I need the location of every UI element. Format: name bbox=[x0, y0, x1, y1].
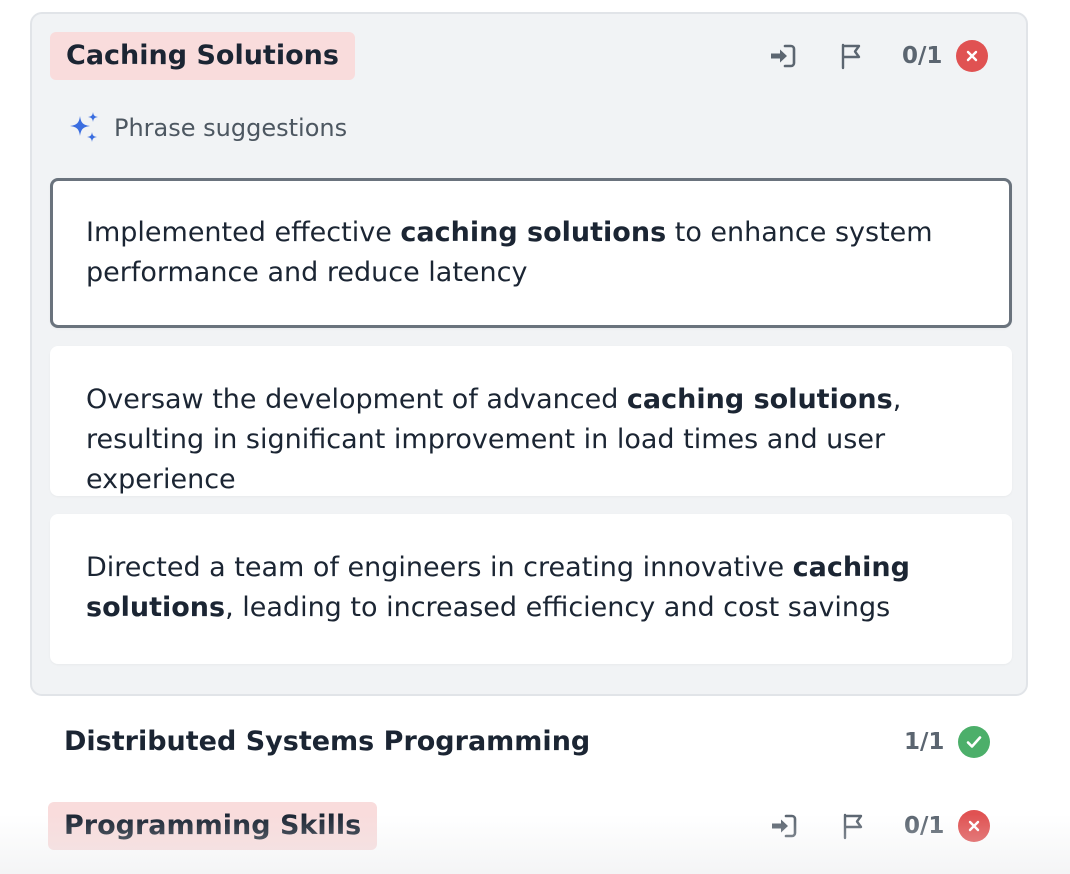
keyword-row-programming-skills[interactable]: Programming Skills 0/1 bbox=[0, 802, 1070, 850]
suggestion-card-3[interactable]: Directed a team of engineers in creating… bbox=[50, 514, 1012, 664]
check-circle-icon bbox=[958, 726, 990, 758]
suggestion-text: , leading to increased efficiency and co… bbox=[225, 592, 891, 623]
suggestion-text: Directed a team of engineers in creating… bbox=[86, 552, 793, 583]
keyword-panel-page: Caching Solutions 0/1 Phrase suggestions… bbox=[0, 0, 1070, 874]
keyword-label[interactable]: Programming Skills bbox=[48, 802, 378, 850]
suggestion-text: Oversaw the development of advanced bbox=[86, 384, 627, 415]
x-circle-icon bbox=[958, 810, 990, 842]
keyword-row-distributed-systems[interactable]: Distributed Systems Programming 1/1 bbox=[0, 718, 1070, 766]
flag-icon[interactable] bbox=[834, 38, 870, 74]
phrase-suggestions-label: Phrase suggestions bbox=[114, 114, 348, 142]
sparkles-icon bbox=[66, 110, 102, 146]
keyword-count: 0/1 bbox=[902, 43, 943, 69]
suggestion-keyword: caching solutions bbox=[400, 217, 667, 248]
keyword-row-caching[interactable]: Caching Solutions 0/1 bbox=[32, 32, 1026, 80]
active-keyword-panel: Caching Solutions 0/1 Phrase suggestions… bbox=[30, 12, 1028, 696]
keyword-count: 0/1 bbox=[904, 813, 945, 839]
flag-icon[interactable] bbox=[836, 808, 872, 844]
keyword-count: 1/1 bbox=[904, 729, 945, 755]
keyword-label[interactable]: Caching Solutions bbox=[50, 32, 355, 80]
suggestion-card-2[interactable]: Oversaw the development of advanced cach… bbox=[50, 346, 1012, 496]
phrase-suggestions-header: Phrase suggestions bbox=[66, 110, 347, 146]
suggestion-keyword: caching solutions bbox=[626, 384, 893, 415]
x-circle-icon bbox=[956, 40, 988, 72]
suggestion-text: Implemented effective bbox=[86, 217, 401, 248]
sign-in-arrow-icon[interactable] bbox=[765, 38, 801, 74]
keyword-label[interactable]: Distributed Systems Programming bbox=[64, 718, 590, 766]
sign-in-arrow-icon[interactable] bbox=[766, 808, 802, 844]
suggestion-card-1[interactable]: Implemented effective caching solutions … bbox=[50, 178, 1012, 328]
